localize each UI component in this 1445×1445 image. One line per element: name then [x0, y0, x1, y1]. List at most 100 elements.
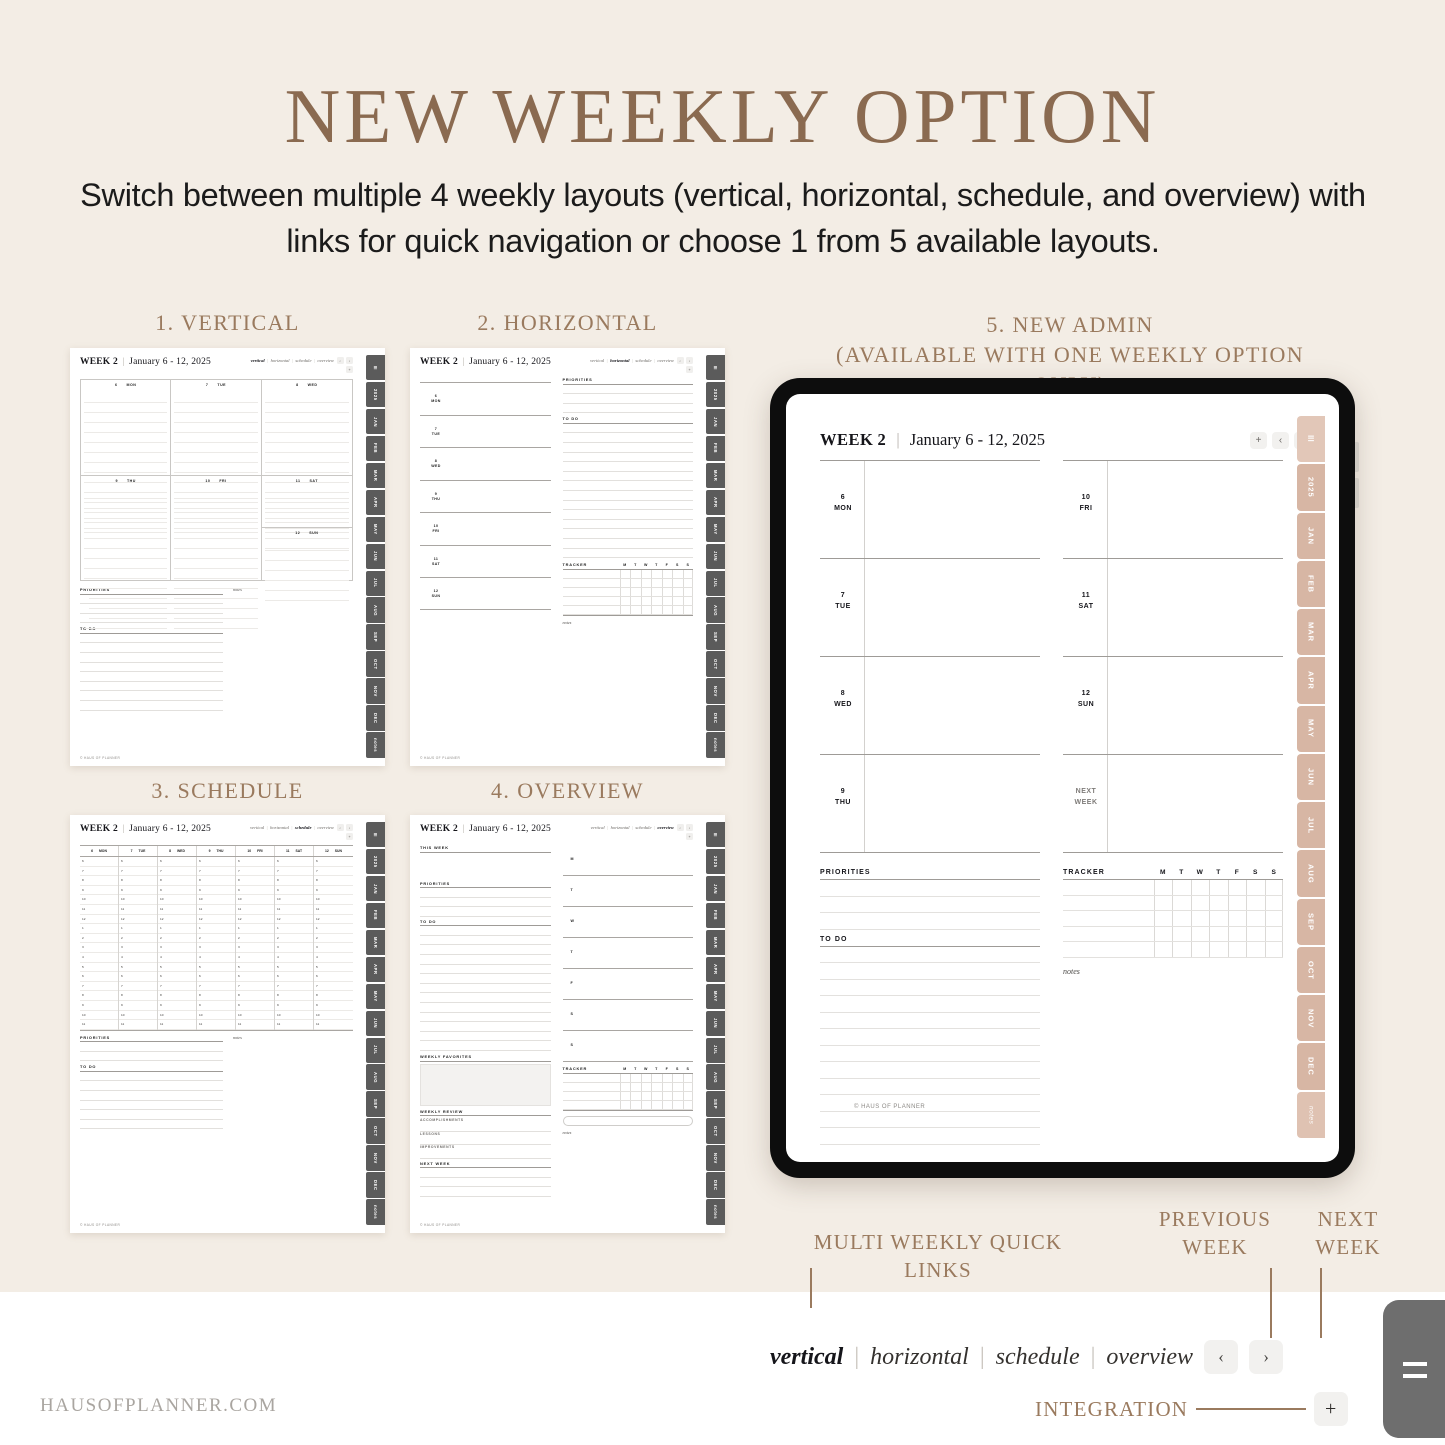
- schedule-hour-cell[interactable]: 1: [236, 924, 274, 934]
- schedule-hour-cell[interactable]: 7: [158, 867, 196, 877]
- schedule-hour-cell[interactable]: 12: [119, 915, 157, 925]
- schedule-hour-cell[interactable]: 1: [119, 924, 157, 934]
- tracker-row[interactable]: [562, 1091, 693, 1101]
- tablet-day-thu[interactable]: 9 THU: [820, 754, 1040, 853]
- schedule-hour-cell[interactable]: 11: [275, 1020, 313, 1030]
- bottom-link-overview[interactable]: overview: [1106, 1344, 1193, 1371]
- schedule-hour-cell[interactable]: 10: [158, 1011, 196, 1021]
- tracker-row[interactable]: [1063, 911, 1283, 927]
- month-tab[interactable]: notes: [366, 732, 385, 758]
- schedule-hour-cell[interactable]: 7: [314, 982, 353, 992]
- schedule-hour-cell[interactable]: 3: [275, 943, 313, 953]
- schedule-hour-cell[interactable]: 11: [275, 905, 313, 915]
- schedule-hour-cell[interactable]: 9: [314, 886, 353, 896]
- bottom-link-horizontal[interactable]: horizontal: [870, 1344, 969, 1371]
- schedule-hour-cell[interactable]: 4: [80, 953, 118, 963]
- tracker-row[interactable]: [1063, 926, 1283, 942]
- schedule-hour-cell[interactable]: 7: [275, 982, 313, 992]
- overview-pill-field[interactable]: [562, 1115, 693, 1126]
- schedule-hour-cell[interactable]: 5: [158, 963, 196, 973]
- schedule-hour-cell[interactable]: 1: [275, 924, 313, 934]
- tablet-day-sun[interactable]: 12 SUN: [1063, 656, 1283, 754]
- schedule-hour-cell[interactable]: 5: [314, 963, 353, 973]
- schedule-hour-cell[interactable]: 7: [158, 982, 196, 992]
- quick-link-horizontal[interactable]: horizontal: [270, 825, 289, 830]
- month-tab[interactable]: ☰: [706, 355, 725, 381]
- priorities-lines[interactable]: [80, 594, 223, 624]
- month-tab[interactable]: JAN: [366, 875, 385, 902]
- day-row-wed[interactable]: 8 WED: [420, 447, 551, 480]
- schedule-hour-cell[interactable]: 8: [236, 876, 274, 886]
- schedule-hour-cell[interactable]: 10: [119, 1011, 157, 1021]
- schedule-hour-cell[interactable]: 8: [275, 991, 313, 1001]
- accomplishments-lines[interactable]: [420, 1122, 551, 1132]
- schedule-hour-cell[interactable]: 10: [236, 1011, 274, 1021]
- month-tab[interactable]: OCT: [706, 1118, 725, 1144]
- month-tab[interactable]: MAR: [706, 929, 725, 956]
- schedule-hour-cell[interactable]: 1: [197, 924, 235, 934]
- next-week-button[interactable]: ›: [346, 824, 353, 831]
- notes-tab[interactable]: notes: [1297, 1091, 1325, 1138]
- schedule-hour-cell[interactable]: 11: [197, 1020, 235, 1030]
- day-row-fri[interactable]: 10 FRI: [420, 512, 551, 545]
- month-tab[interactable]: DEC: [366, 705, 385, 731]
- month-tab[interactable]: JAN: [366, 408, 385, 435]
- bottom-link-schedule[interactable]: schedule: [996, 1344, 1080, 1371]
- volume-down-button[interactable]: [1355, 478, 1359, 508]
- schedule-hour-cell[interactable]: 6: [158, 972, 196, 982]
- schedule-hour-cell[interactable]: 6: [275, 857, 313, 867]
- todo-lines[interactable]: [80, 633, 223, 711]
- schedule-hour-cell[interactable]: 2: [158, 934, 196, 944]
- quick-link-schedule[interactable]: schedule: [635, 825, 651, 830]
- day-cell-sat[interactable]: 11 SAT: [261, 476, 352, 549]
- overview-day-tue[interactable]: T: [562, 876, 693, 907]
- tablet-day-sat[interactable]: 11 SAT: [1063, 558, 1283, 656]
- weekly-favorites-box[interactable]: [420, 1063, 551, 1106]
- schedule-hour-cell[interactable]: 8: [80, 876, 118, 886]
- month-tab-dec[interactable]: DEC: [1297, 1043, 1325, 1090]
- bottom-next-week-button[interactable]: ›: [1249, 1340, 1284, 1374]
- schedule-hour-cell[interactable]: 11: [80, 1020, 118, 1030]
- month-tab[interactable]: JUL: [706, 1037, 725, 1063]
- month-tab[interactable]: DEC: [706, 705, 725, 731]
- month-tab[interactable]: FEB: [706, 435, 725, 462]
- schedule-hour-cell[interactable]: 9: [158, 886, 196, 896]
- day-row-thu[interactable]: 9 THU: [420, 479, 551, 513]
- quick-link-overview[interactable]: overview: [317, 358, 334, 363]
- quick-link-vertical[interactable]: vertical: [250, 825, 264, 830]
- schedule-hour-cell[interactable]: 9: [275, 1001, 313, 1011]
- volume-up-button[interactable]: [1355, 442, 1359, 472]
- month-tab[interactable]: AUG: [706, 597, 725, 623]
- planner-page-overview[interactable]: WEEK 2 | January 6 - 12, 2025 vertical |…: [410, 815, 725, 1233]
- tracker-row[interactable]: [1063, 895, 1283, 911]
- schedule-hour-cell[interactable]: 8: [197, 991, 235, 1001]
- schedule-hour-cell[interactable]: 8: [197, 876, 235, 886]
- quick-link-schedule[interactable]: schedule: [295, 825, 312, 830]
- schedule-hour-cell[interactable]: 6: [119, 857, 157, 867]
- schedule-hour-cell[interactable]: 6: [197, 972, 235, 982]
- tracker-row[interactable]: [562, 596, 693, 606]
- month-tab-jun[interactable]: JUN: [1297, 753, 1325, 801]
- schedule-hour-column[interactable]: 6 7 8 9 10 11 12 1 2 3 4 5 6 7 8 9 10 11: [275, 857, 314, 1030]
- menu-tab[interactable]: ☰: [1297, 416, 1325, 463]
- month-tab-oct[interactable]: OCT: [1297, 946, 1325, 994]
- schedule-hour-cell[interactable]: 11: [236, 1020, 274, 1030]
- schedule-hour-cell[interactable]: 2: [314, 934, 353, 944]
- tablet-day-wed[interactable]: 8 WED: [820, 656, 1040, 754]
- month-tab[interactable]: SEP: [706, 624, 725, 650]
- schedule-hour-cell[interactable]: 4: [119, 953, 157, 963]
- schedule-hour-cell[interactable]: 7: [236, 867, 274, 877]
- schedule-hour-cell[interactable]: 12: [236, 915, 274, 925]
- schedule-hour-cell[interactable]: 5: [80, 963, 118, 973]
- next-week-button[interactable]: ›: [346, 357, 353, 364]
- schedule-hour-cell[interactable]: 9: [80, 1001, 118, 1011]
- bottom-previous-week-button[interactable]: ‹: [1204, 1340, 1239, 1374]
- schedule-hour-cell[interactable]: 7: [119, 867, 157, 877]
- tracker-row[interactable]: [1063, 942, 1283, 958]
- month-tab-nov[interactable]: NOV: [1297, 995, 1325, 1042]
- schedule-hour-cell[interactable]: 8: [314, 876, 353, 886]
- schedule-hour-cell[interactable]: 6: [197, 857, 235, 867]
- schedule-hour-cell[interactable]: 7: [314, 867, 353, 877]
- schedule-hour-cell[interactable]: 6: [80, 972, 118, 982]
- notes-lines[interactable]: [1063, 976, 1283, 1009]
